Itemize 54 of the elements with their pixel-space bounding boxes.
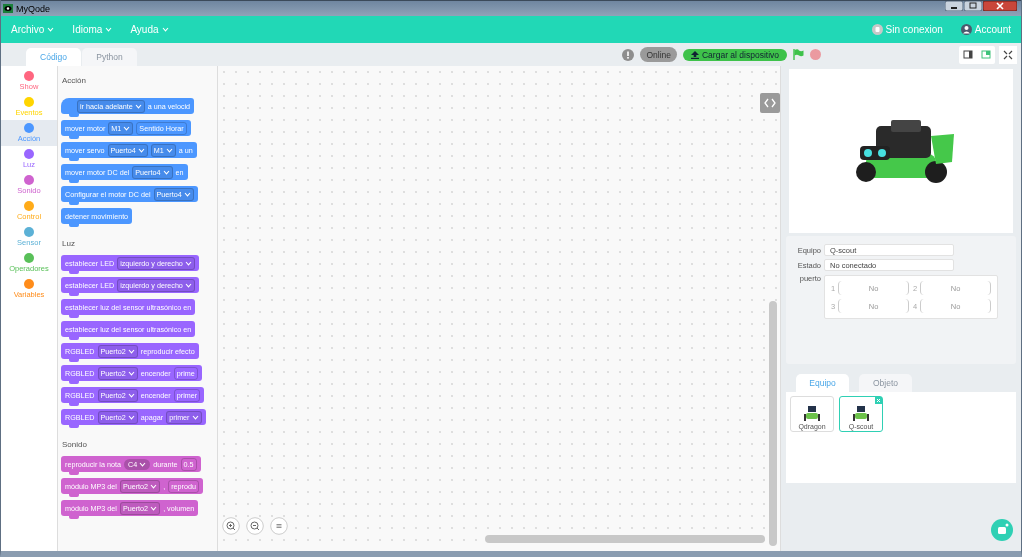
caret-icon <box>123 125 131 131</box>
robot-icon <box>852 405 870 423</box>
caret-icon <box>184 282 192 288</box>
fullscreen-icon[interactable] <box>999 45 1017 64</box>
caret-icon <box>47 27 55 32</box>
mode-toggle[interactable]: Online <box>640 47 677 62</box>
section-title: Acción <box>62 76 86 85</box>
close-icon[interactable] <box>875 397 882 404</box>
caret-icon <box>105 27 113 32</box>
caret-icon <box>162 169 170 175</box>
user-icon <box>960 24 972 35</box>
caret-icon <box>127 414 135 420</box>
caret-icon <box>150 483 158 489</box>
vertical-scrollbar[interactable] <box>769 301 777 546</box>
flag-icon[interactable] <box>793 49 804 60</box>
upload-button[interactable]: Cargar al dispositivo <box>683 48 787 61</box>
upload-icon <box>691 50 699 59</box>
zoom-in-icon[interactable] <box>222 517 240 535</box>
section-title: Luz <box>62 239 75 248</box>
caret-icon <box>191 414 199 420</box>
menu-item[interactable]: Archivo <box>11 24 55 35</box>
horizontal-scrollbar[interactable] <box>485 535 765 543</box>
maximize-button[interactable] <box>964 1 982 11</box>
window-title: MyQode <box>16 3 50 14</box>
menu-item[interactable]: Ayuda <box>130 24 169 35</box>
editor-tab[interactable]: Código <box>26 48 81 66</box>
account-menu[interactable]: Account <box>960 24 1011 35</box>
zoom-out-icon[interactable] <box>246 517 264 535</box>
panel-tab[interactable]: Objeto <box>859 374 912 392</box>
robot-icon <box>803 405 821 423</box>
close-button[interactable] <box>983 1 1017 11</box>
connection-status[interactable]: Sin conexion <box>871 24 943 35</box>
warning-icon[interactable] <box>622 48 635 61</box>
editor-tab[interactable]: Python <box>82 48 137 66</box>
caret-icon <box>127 370 135 376</box>
caret-icon <box>139 461 147 467</box>
caret-icon <box>150 505 158 511</box>
caret-icon <box>127 348 135 354</box>
panel-tab[interactable]: Equipo <box>796 374 849 392</box>
caret-icon <box>165 147 173 153</box>
section-title: Sonido <box>62 440 87 449</box>
code-icon[interactable] <box>760 93 780 113</box>
menu-item[interactable]: Idioma <box>72 24 113 35</box>
caret-icon <box>137 147 145 153</box>
caret-icon <box>161 27 169 32</box>
caret-icon <box>183 191 191 197</box>
reset-zoom-icon[interactable] <box>270 517 288 535</box>
app-logo-icon <box>3 4 13 13</box>
minimize-button[interactable] <box>945 1 963 11</box>
caret-icon <box>184 260 192 266</box>
stop-icon[interactable] <box>810 49 821 60</box>
chat-icon[interactable] <box>991 519 1013 541</box>
caret-icon <box>127 392 135 398</box>
caret-icon <box>134 103 142 109</box>
